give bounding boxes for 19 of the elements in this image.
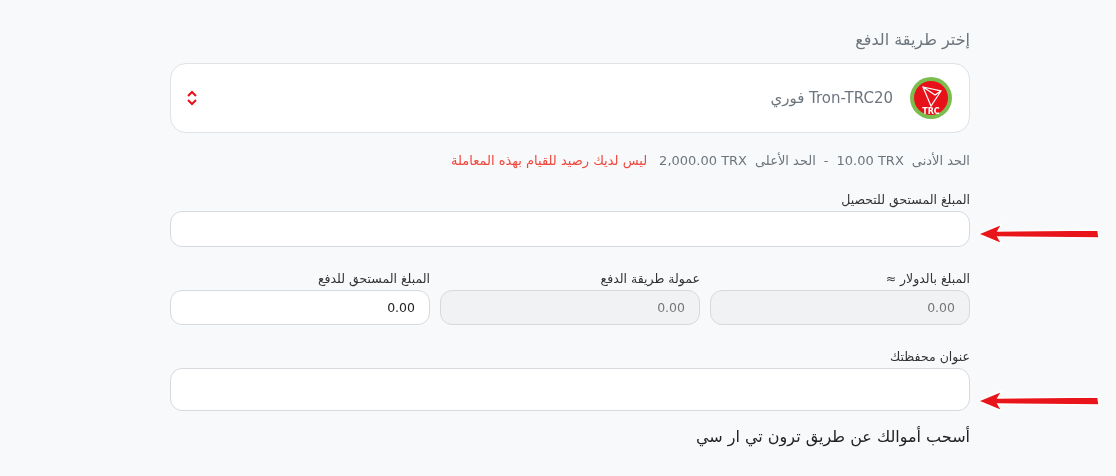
max-label: الحد الأعلى: [755, 153, 816, 168]
wallet-address-input[interactable]: [170, 368, 970, 411]
sort-chevrons-icon: [187, 90, 197, 106]
field-label: المبلغ المستحق للتحصيل: [841, 192, 970, 207]
separator-text: -: [823, 153, 829, 168]
field-label: عنوان محفظتك: [890, 349, 970, 364]
field-label: المبلغ المستحق للدفع: [317, 271, 430, 286]
field-label: المبلغ بالدولار ≈: [885, 271, 970, 286]
section-heading: إختر طريقة الدفع: [855, 30, 970, 49]
amount-field[interactable]: 0.00: [170, 290, 430, 325]
footer-text: أسحب أموالك عن طريق ترون تي ار سي: [695, 427, 970, 446]
error-message: ليس لديك رصيد للقيام بهذه المعاملة: [451, 153, 648, 168]
payment-method-label: Tron-TRC20 فوري: [769, 89, 893, 107]
min-value: 10.00 TRX: [836, 153, 904, 168]
max-value: 2,000.00 TRX: [659, 153, 747, 168]
field-label: عمولة طريقة الدفع: [600, 271, 700, 286]
amount-input[interactable]: [170, 211, 970, 247]
coin-logo-icon: TRC: [909, 76, 953, 120]
min-label: الحد الأدنى: [911, 153, 970, 168]
